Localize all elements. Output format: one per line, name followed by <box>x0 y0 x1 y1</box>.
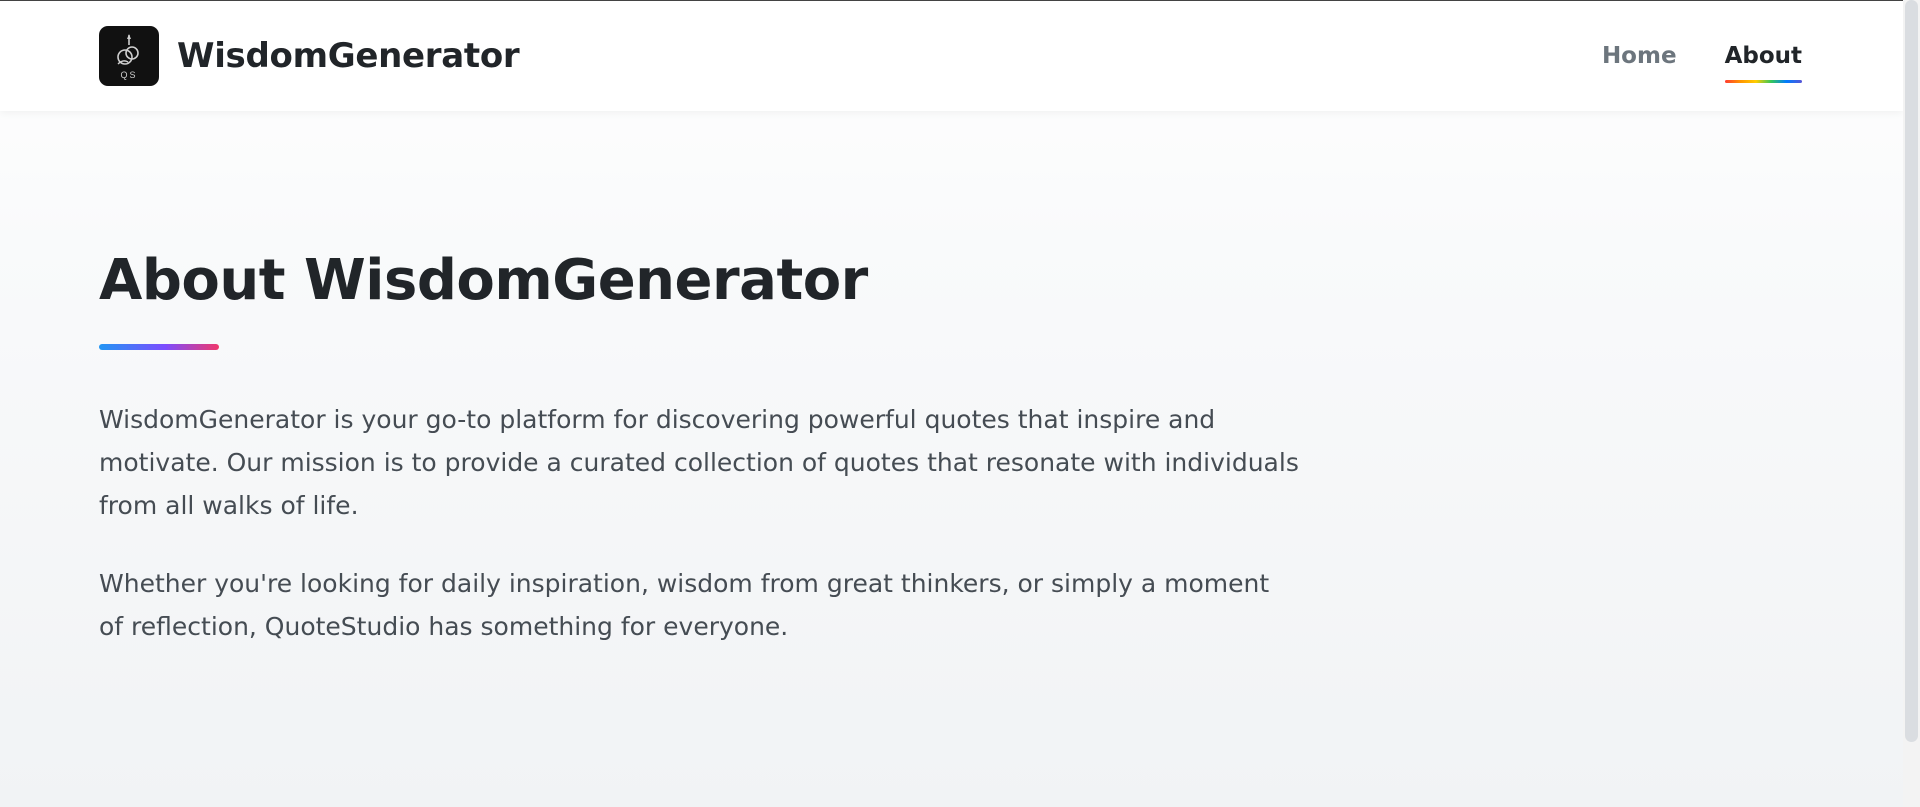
active-nav-indicator <box>1724 80 1802 83</box>
nav-link-about[interactable]: About <box>1724 43 1802 83</box>
logo-icon[interactable]: QS <box>99 26 159 86</box>
site-header: QS WisdomGenerator Home About <box>0 1 1903 111</box>
page-title: About WisdomGenerator <box>99 248 868 313</box>
scrollbar-thumb[interactable] <box>1905 0 1918 742</box>
brand[interactable]: QS WisdomGenerator <box>99 26 520 86</box>
title-accent-bar <box>99 344 219 350</box>
nav-link-home[interactable]: Home <box>1602 43 1677 83</box>
about-paragraph-2: Whether you're looking for daily inspira… <box>99 569 1270 641</box>
vertical-scrollbar[interactable] <box>1903 0 1920 807</box>
brand-name[interactable]: WisdomGenerator <box>177 36 520 76</box>
nav-link-home-label: Home <box>1601 43 1677 69</box>
about-section: About WisdomGenerator WisdomGenerator is… <box>99 245 1299 648</box>
main-nav: Home About <box>1554 43 1802 83</box>
about-paragraph-1: WisdomGenerator is your go-to platform f… <box>99 405 1299 520</box>
nav-link-about-label: About <box>1724 43 1802 69</box>
logo-text: QS <box>120 70 137 80</box>
